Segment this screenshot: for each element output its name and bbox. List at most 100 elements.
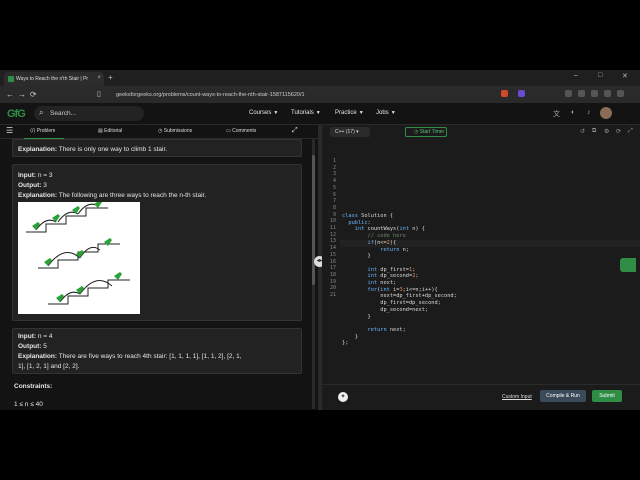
example-2-explanation: Explanation: The following are three way… [18, 192, 207, 199]
chevron-down-icon: ▼ [358, 110, 364, 116]
problem-panel: ☰ ⟨/⟩ Problem ▤ Editorial ◷ Submissions … [0, 125, 318, 410]
code-line-11[interactable]: int next; [342, 280, 397, 286]
refresh-icon[interactable]: ⟳ [616, 128, 621, 135]
download-icon[interactable] [604, 90, 611, 97]
line-number: 10 [329, 218, 336, 225]
example-3-input: Input: n = 4 [18, 333, 53, 340]
tab-strip: Ways to Reach the n'th Stair | Pr × + – … [0, 70, 640, 86]
theme-toggle-icon[interactable]: ◐ [571, 109, 575, 116]
example-2-input: Input: n = 3 [18, 172, 53, 179]
line-number: 19 [329, 278, 336, 285]
code-line-14[interactable]: dp_first=dp_second; [342, 300, 441, 306]
translate-icon[interactable]: 文 [553, 109, 560, 119]
tab-editorial[interactable]: ▤ Editorial [98, 128, 122, 134]
wallet-icon[interactable] [591, 90, 598, 97]
line-number: 1 [332, 158, 336, 164]
fullscreen-icon[interactable]: ⤢ [628, 128, 633, 135]
code-line-20[interactable]: }; [342, 340, 348, 346]
sidebar-icon[interactable] [578, 90, 585, 97]
menu-jobs[interactable]: Jobs ▼ [376, 110, 396, 116]
line-number: 17 [329, 265, 336, 272]
tab-comments[interactable]: ▭ Comments [226, 128, 256, 134]
extensions-icon[interactable] [565, 90, 572, 97]
line-number: 20 [329, 285, 336, 292]
line-number: 3 [332, 171, 336, 178]
floating-chat-button[interactable] [620, 258, 636, 272]
gfg-logo[interactable]: GfG [7, 108, 26, 120]
hint-bulb-icon[interactable]: ✦ [338, 392, 348, 402]
example-3-explanation: Explanation: There are five ways to reac… [18, 353, 242, 360]
back-button[interactable]: ← [6, 90, 14, 99]
expand-icon[interactable]: ⤢ [292, 127, 298, 135]
avatar[interactable] [600, 107, 612, 119]
code-line-5[interactable]: if(n<=2){ [342, 240, 397, 246]
browser-tab[interactable]: Ways to Reach the n'th Stair | Pr × [4, 72, 104, 86]
search-placeholder: Search... [50, 110, 77, 117]
hamburger-icon[interactable]: ☰ [6, 126, 13, 135]
compile-run-button[interactable]: Compile & Run [540, 390, 586, 402]
code-line-6[interactable]: return n; [342, 247, 409, 253]
problem-tabs: ☰ ⟨/⟩ Problem ▤ Editorial ◷ Submissions … [0, 125, 318, 139]
address-bar: ← → ⟳ ▯ geeksforgeeks.org/problems/count… [0, 86, 640, 103]
tab-close-icon[interactable]: × [97, 75, 101, 81]
reload-button[interactable]: ⟳ [30, 90, 37, 99]
code-line-16[interactable]: } [342, 314, 371, 320]
editor-toolbar: C++ (17) ▾ ◷ Start Timer ↺ ⧉ ⚙ ⟳ ⤢ [322, 125, 640, 139]
constraint-value: 1 ≤ n ≤ 40 [14, 401, 43, 408]
custom-input-link[interactable]: Custom Input [502, 394, 532, 400]
code-line-7[interactable]: } [342, 253, 371, 259]
tab-submissions[interactable]: ◷ Submissions [158, 128, 192, 134]
forward-button[interactable]: → [18, 90, 26, 99]
tab-problem[interactable]: ⟨/⟩ Problem [30, 128, 55, 134]
copy-icon[interactable]: ⧉ [592, 128, 596, 135]
minimize-button[interactable]: – [574, 72, 578, 79]
brave-shield-icon[interactable] [501, 90, 508, 97]
code-line-1[interactable]: class Solution { [342, 213, 393, 219]
code-line-4[interactable]: // code here [342, 233, 406, 239]
constraints-heading: Constraints: [14, 383, 53, 390]
menu-courses[interactable]: Courses ▼ [249, 110, 278, 116]
site-header: GfG ⌕ Search... Courses ▼ Tutorials ▼ Prac… [0, 103, 640, 125]
bookmark-icon[interactable]: ▯ [97, 90, 101, 98]
menu-practice[interactable]: Practice ▼ [335, 110, 364, 116]
code-line-10[interactable]: int dp_second=2; [342, 273, 419, 279]
problem-scrollbar-thumb[interactable] [312, 155, 315, 285]
chevron-down-icon: ▼ [273, 110, 279, 116]
menu-tutorials[interactable]: Tutorials ▼ [291, 110, 321, 116]
code-line-3[interactable]: int countWays(int n) { [342, 226, 425, 232]
close-window-button[interactable]: ✕ [622, 72, 628, 80]
code-line-18[interactable]: return next; [342, 327, 406, 333]
search-icon: ⌕ [39, 108, 44, 117]
menu-icon[interactable] [617, 90, 624, 97]
code-line-9[interactable]: int dp_first=1; [342, 267, 416, 273]
stairs-illustration [18, 200, 140, 314]
notification-bell-icon[interactable]: ♪ [587, 109, 591, 116]
line-number: 21 [329, 292, 336, 298]
code-line-19[interactable]: } [342, 334, 358, 340]
line-number: 11 [329, 225, 336, 231]
url-field[interactable]: geeksforgeeks.org/problems/count-ways-to… [110, 89, 515, 100]
submit-button[interactable]: Submit [592, 390, 622, 402]
code-line-13[interactable]: next=dp_first+dp_second; [342, 293, 457, 299]
line-number: 13 [329, 238, 336, 245]
chevron-down-icon: ▼ [390, 110, 396, 116]
code-line-2[interactable]: public: [342, 220, 370, 226]
screen: Ways to Reach the n'th Stair | Pr × + – … [0, 0, 640, 480]
code-editor-panel: C++ (17) ▾ ◷ Start Timer ↺ ⧉ ⚙ ⟳ ⤢ 12345… [322, 125, 640, 410]
line-number: 16 [329, 258, 336, 265]
line-number: 4 [332, 178, 336, 185]
code-line-15[interactable]: dp_second=next; [342, 307, 428, 313]
start-timer-button[interactable]: ◷ Start Timer [405, 127, 447, 137]
extension-icon[interactable] [518, 90, 525, 97]
editor-footer: ✦ Custom Input Compile & Run Submit [322, 384, 640, 410]
settings-icon[interactable]: ⚙ [604, 128, 609, 135]
language-select[interactable]: C++ (17) ▾ [330, 127, 370, 137]
example-3-output: Output: 5 [18, 343, 47, 350]
search-input[interactable]: ⌕ Search... [34, 106, 144, 121]
reset-icon[interactable]: ↺ [580, 128, 585, 135]
new-tab-button[interactable]: + [108, 73, 113, 82]
maximize-button[interactable]: □ [598, 72, 602, 79]
line-number: 14 [329, 245, 336, 252]
code-line-12[interactable]: for(int i=3;i<=n;i++){ [342, 287, 438, 293]
line-number: 6 [332, 191, 336, 198]
